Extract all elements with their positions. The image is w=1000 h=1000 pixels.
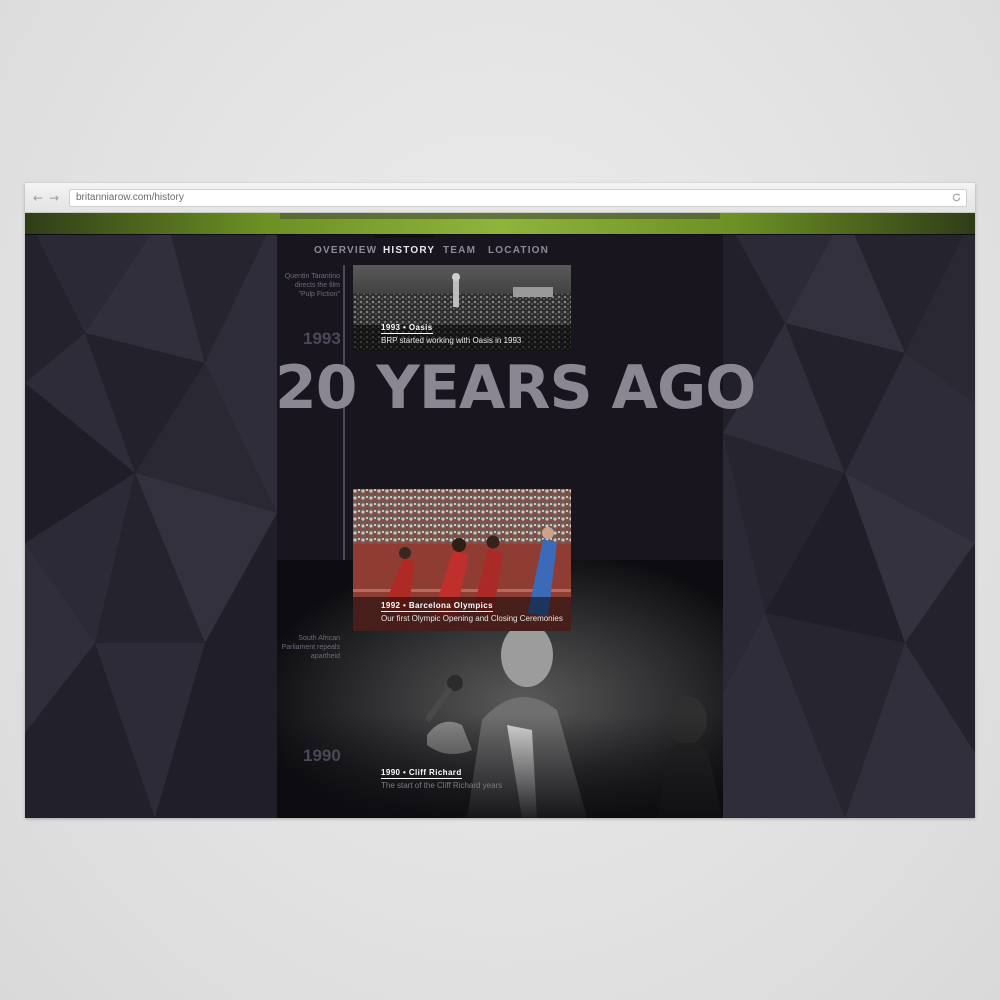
forward-arrow-icon[interactable]: → [49, 191, 59, 205]
nav-active-indicator [373, 235, 435, 238]
side-note-line: directs the film [294, 282, 340, 289]
address-bar[interactable]: britanniarow.com/history [69, 189, 967, 207]
nav-overview[interactable]: OVERVIEW [314, 245, 377, 256]
section-headline: 20 YEARS AGO [275, 353, 756, 423]
nav-history[interactable]: HISTORY [383, 245, 435, 256]
nav-team[interactable]: TEAM [443, 245, 476, 256]
browser-window: ← → britanniarow.com/history OVERVIEW HI… [25, 183, 975, 818]
year-marker-1993: 1993 [303, 329, 341, 348]
side-note-line: "Pulp Fiction" [298, 291, 340, 298]
event-card-barcelona-olympics[interactable]: 1992 • Barcelona Olympics Our first Olym… [353, 489, 571, 631]
side-note-line: Parliament repeals [281, 644, 340, 651]
event-description: BRP started working with Oasis in 1993 [381, 336, 522, 345]
event-description: Our first Olympic Opening and Closing Ce… [381, 614, 563, 623]
reload-icon[interactable] [951, 192, 962, 203]
section-nav: OVERVIEW HISTORY TEAM LOCATION [25, 235, 975, 265]
event-title: 1990 • Cliff Richard [381, 768, 462, 779]
side-note-line: apartheid [310, 653, 340, 660]
browser-toolbar: ← → britanniarow.com/history [25, 183, 975, 213]
url-text: britanniarow.com/history [76, 192, 184, 203]
side-note-tarantino: Quentin Tarantino directs the film "Pulp… [250, 272, 340, 299]
side-note-apartheid: South African Parliament repeals aparthe… [250, 634, 340, 661]
hero-image-edge [280, 213, 720, 219]
side-note-line: South African [298, 635, 340, 642]
event-title: 1993 • Oasis [381, 323, 433, 334]
back-arrow-icon[interactable]: ← [33, 191, 43, 205]
event-card-oasis[interactable]: 1993 • Oasis BRP started working with Oa… [353, 265, 571, 351]
event-title: 1992 • Barcelona Olympics [381, 601, 493, 612]
year-marker-1990: 1990 [303, 746, 341, 765]
side-note-line: Quentin Tarantino [284, 273, 340, 280]
page-viewport: OVERVIEW HISTORY TEAM LOCATION Quentin T… [25, 213, 975, 818]
event-description: The start of the Cliff Richard years [381, 781, 503, 790]
hero-image-strip [25, 213, 975, 235]
nav-location[interactable]: LOCATION [488, 245, 549, 256]
